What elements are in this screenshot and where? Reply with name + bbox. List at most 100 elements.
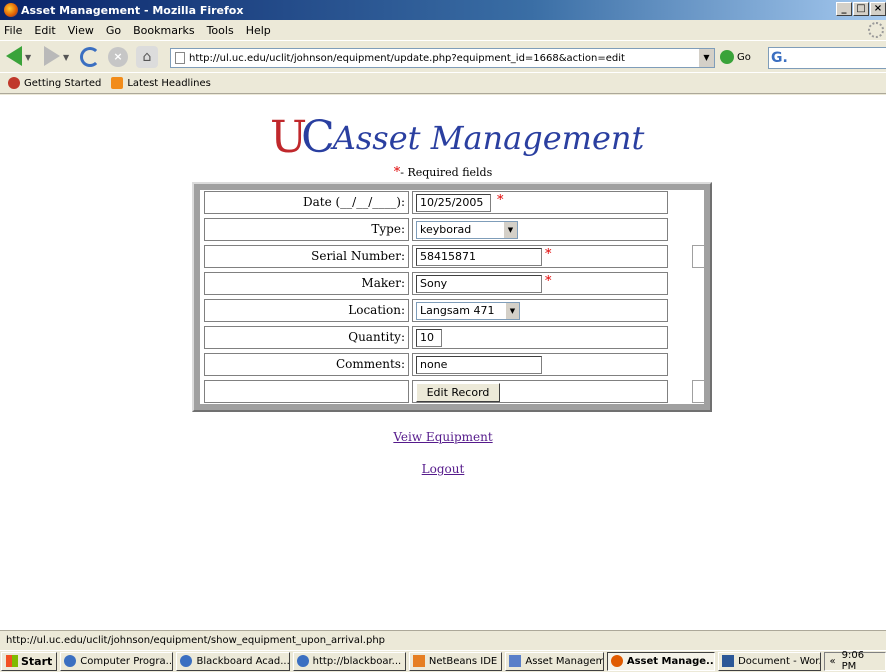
comments-cell: none [412,353,668,376]
google-search-icon: G. [771,50,788,66]
firefox-icon [610,655,623,667]
location-select[interactable]: Langsam 471 ▼ [416,302,520,320]
window-controls: _ □ × [835,2,886,16]
serial-number-cell: 58415871 * [412,245,668,268]
menu-view[interactable]: View [68,24,94,37]
getting-started-icon [8,77,20,89]
back-history-chevron-icon[interactable]: ▼ [25,53,31,62]
close-button[interactable]: × [870,2,886,16]
bookmark-getting-started[interactable]: Getting Started [8,77,101,89]
system-tray: « 9:06 PM [824,650,886,672]
form-row-location: Location: Langsam 471 ▼ [204,299,700,322]
taskbar-item-blackboard-academic[interactable]: Blackboard Acad... [176,651,290,671]
url-text: http://ul.uc.edu/uclit/johnson/equipment… [189,52,625,64]
minimize-button[interactable]: _ [836,2,852,16]
taskbar-item-computer-programming[interactable]: Computer Progra... [60,651,174,671]
taskbar-item-netbeans[interactable]: NetBeans IDE 5.... [408,651,503,671]
reload-icon[interactable] [80,47,100,67]
url-bar[interactable]: http://ul.uc.edu/uclit/johnson/equipment… [170,48,715,68]
menu-edit[interactable]: Edit [34,24,55,37]
date-label: Date (__/__/____): [204,191,409,214]
status-text: http://ul.uc.edu/uclit/johnson/equipment… [6,635,386,646]
taskbar-item-document-word[interactable]: Document - Wor... [718,651,822,671]
edit-record-button[interactable]: Edit Record [416,383,500,402]
site-logo: UC Asset Management [270,115,644,161]
netbeans-icon [412,655,425,667]
home-icon[interactable]: ⌂ [136,46,158,68]
form-row-submit: Edit Record [204,380,706,403]
go-button[interactable]: Go [720,50,751,64]
form-row-serial: Serial Number: 58415871 * [204,245,706,268]
comments-label: Comments: [204,353,409,376]
required-note-text: - Required fields [400,166,493,179]
word-document-icon [722,655,735,667]
form-row-comments: Comments: none [204,353,700,376]
location-label: Location: [204,299,409,322]
logout-link[interactable]: Logout [0,462,886,476]
bookmark-label: Latest Headlines [127,77,211,89]
form-row-date: Date (__/__/____): 10/25/2005 * [204,191,700,214]
form-row-maker: Maker: Sony * [204,272,700,295]
forward-arrow-icon[interactable] [44,46,60,66]
required-fields-note: *- Required fields [0,165,886,180]
type-label: Type: [204,218,409,241]
start-button[interactable]: Start [1,651,58,671]
type-select[interactable]: keyborad ▼ [416,221,518,239]
submit-label-cell [204,380,409,403]
menu-file[interactable]: File [4,24,22,37]
menu-bookmarks[interactable]: Bookmarks [133,24,194,37]
menu-help[interactable]: Help [246,24,271,37]
rss-feed-icon [111,77,124,89]
view-equipment-link[interactable]: Veiw Equipment [0,430,886,444]
form-table: Date (__/__/____): 10/25/2005 * Type: ke… [200,190,706,404]
window-title: Asset Management - Mozilla Firefox [21,3,244,17]
throbber-icon [868,22,884,38]
submit-cell: Edit Record [412,380,668,403]
comments-field[interactable]: none [416,356,542,374]
quantity-cell: 10 [412,326,668,349]
search-box[interactable]: G. [768,47,886,69]
form-row-quantity: Quantity: 10 [204,326,700,349]
url-dropdown-chevron-icon[interactable]: ▼ [698,49,714,67]
taskbar: Start Computer Progra... Blackboard Acad… [0,650,886,672]
stop-icon[interactable]: × [108,47,128,67]
taskbar-item-asset-management-active[interactable]: Asset Manage... [606,651,716,671]
go-label: Go [737,51,751,63]
internet-explorer-icon [296,655,309,667]
quantity-field[interactable]: 10 [416,329,442,347]
menu-tools[interactable]: Tools [207,24,234,37]
logo-title: Asset Management [332,119,645,157]
taskbar-item-asset-management-1[interactable]: Asset Manageme... [505,651,604,671]
menu-go[interactable]: Go [106,24,121,37]
start-label: Start [21,654,53,668]
submit-extra-cell [692,380,706,403]
date-field[interactable]: 10/25/2005 [416,194,491,212]
back-arrow-icon[interactable] [6,46,22,66]
taskbar-item-blackboard-url[interactable]: http://blackboar... [292,651,406,671]
maker-label: Maker: [204,272,409,295]
location-cell: Langsam 471 ▼ [412,299,668,322]
tray-expand-icon[interactable]: « [829,656,835,667]
type-selected-value: keyborad [420,223,472,236]
clock[interactable]: 9:06 PM [842,650,881,672]
serial-required-marker: * [545,247,552,262]
internet-explorer-icon [64,655,77,667]
serial-number-label: Serial Number: [204,245,409,268]
chevron-down-icon: ▼ [505,303,519,319]
navigation-toolbar: ▼ ▼ × ⌂ http://ul.uc.edu/uclit/johnson/e… [0,40,886,72]
windows-logo-icon [6,655,18,667]
date-cell: 10/25/2005 * [412,191,668,214]
maximize-button[interactable]: □ [853,2,869,16]
uc-logo-mark: UC [270,112,335,163]
maker-required-marker: * [545,274,552,289]
type-cell: keyborad ▼ [412,218,668,241]
window-title-bar[interactable]: Asset Management - Mozilla Firefox _ □ × [0,0,886,20]
serial-number-field[interactable]: 58415871 [416,248,542,266]
task-label: NetBeans IDE 5.... [428,655,502,667]
maker-field[interactable]: Sony [416,275,542,293]
bookmark-latest-headlines[interactable]: Latest Headlines [111,77,211,89]
task-label: Asset Manageme... [525,655,602,667]
window-group-icon [509,655,522,667]
forward-history-chevron-icon[interactable]: ▼ [63,53,69,62]
go-arrow-icon [720,50,734,64]
